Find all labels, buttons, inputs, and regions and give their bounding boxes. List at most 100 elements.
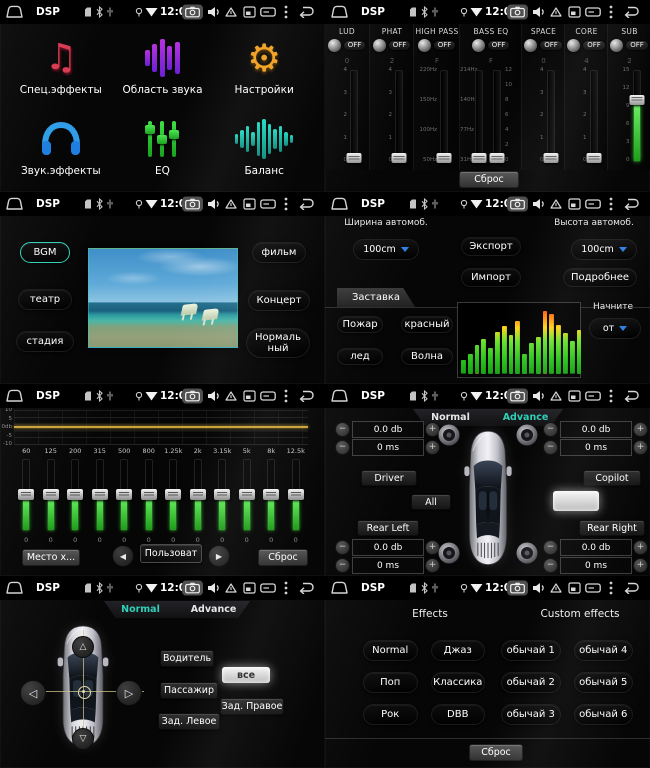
eq-band-slider[interactable] xyxy=(259,457,284,535)
channel-slider[interactable]: 43210 xyxy=(525,68,563,168)
rear-left-button[interactable]: Зад. Левое xyxy=(158,713,220,730)
slider-track[interactable] xyxy=(194,459,202,531)
wave-button[interactable]: Волна xyxy=(401,348,453,365)
driver-button[interactable]: Водитель xyxy=(160,650,214,667)
copilot-button[interactable]: Copilot xyxy=(583,470,641,486)
camera-icon[interactable] xyxy=(182,389,203,404)
ms-field[interactable]: 0 ms xyxy=(560,557,632,574)
user-preset-button[interactable]: Пользоват xyxy=(140,544,202,563)
eject-icon[interactable] xyxy=(225,7,237,18)
bgm-button[interactable]: BGM xyxy=(20,242,70,263)
effect-preset-button[interactable]: Normal xyxy=(363,640,418,661)
volume-icon[interactable] xyxy=(532,390,545,402)
channel-toggle[interactable]: OFF xyxy=(608,39,650,52)
volume-icon[interactable] xyxy=(207,198,220,210)
slider-track[interactable] xyxy=(96,459,104,531)
eject-icon[interactable] xyxy=(550,199,562,210)
camera-icon[interactable] xyxy=(507,5,528,20)
slider-thumb[interactable] xyxy=(214,489,230,500)
next-preset-button[interactable] xyxy=(208,545,230,567)
overflow-menu-icon[interactable] xyxy=(284,581,288,595)
slider-thumb[interactable] xyxy=(43,489,59,500)
decrease-ms-button[interactable] xyxy=(543,558,558,573)
decrease-ms-button[interactable] xyxy=(543,440,558,455)
sim-card-icon[interactable] xyxy=(585,199,601,209)
back-icon[interactable] xyxy=(298,582,314,594)
custom-effect-button[interactable]: обычай 5 xyxy=(574,672,634,693)
highlighted-button[interactable] xyxy=(553,491,599,511)
slider-track[interactable] xyxy=(47,459,55,531)
move-right-button[interactable] xyxy=(116,680,142,706)
channel-toggle[interactable]: OFF xyxy=(414,39,460,52)
slider-thumb[interactable] xyxy=(116,489,132,500)
channel-slider[interactable]: 15129630 xyxy=(611,68,649,168)
slider-thumb[interactable] xyxy=(472,153,487,163)
menu-item[interactable]: EQ xyxy=(112,107,214,188)
screenshot-icon[interactable] xyxy=(243,6,256,18)
move-up-button[interactable] xyxy=(72,636,94,658)
screenshot-icon[interactable] xyxy=(568,198,581,210)
volume-icon[interactable] xyxy=(207,6,220,18)
channel-toggle[interactable]: OFF xyxy=(565,39,608,52)
decrease-ms-button[interactable] xyxy=(335,558,350,573)
channel-toggle[interactable]: OFF xyxy=(370,39,414,52)
home-icon[interactable] xyxy=(330,389,349,403)
overflow-menu-icon[interactable] xyxy=(284,389,288,403)
channel-toggle[interactable]: OFF xyxy=(460,39,522,52)
slider-thumb[interactable] xyxy=(239,489,255,500)
camera-icon[interactable] xyxy=(507,197,528,212)
red-button[interactable]: красный xyxy=(401,316,453,333)
height-select[interactable]: 100cm xyxy=(571,239,637,260)
eject-icon[interactable] xyxy=(550,7,562,18)
back-icon[interactable] xyxy=(623,198,639,210)
overflow-menu-icon[interactable] xyxy=(609,197,613,211)
channel-slider[interactable]: 43210 xyxy=(568,68,606,168)
ms-field[interactable]: 0 ms xyxy=(352,439,424,456)
slider-track[interactable] xyxy=(475,70,483,162)
movie-button[interactable]: фильм xyxy=(252,242,306,263)
menu-item[interactable]: Область звука xyxy=(112,26,214,107)
fire-button[interactable]: Пожар xyxy=(337,316,383,333)
ms-field[interactable]: 0 ms xyxy=(352,557,424,574)
increase-db-button[interactable] xyxy=(633,422,648,437)
slider-track[interactable] xyxy=(267,459,275,531)
channel-toggle[interactable]: OFF xyxy=(522,39,565,52)
rear-right-button[interactable]: Зад. Правое xyxy=(220,698,284,715)
import-button[interactable]: Импорт xyxy=(461,268,521,287)
effect-preset-button[interactable]: Джаз xyxy=(431,640,486,661)
slider-track[interactable] xyxy=(22,459,30,531)
driver-button[interactable]: Driver xyxy=(361,470,417,486)
slider-track[interactable] xyxy=(71,459,79,531)
camera-icon[interactable] xyxy=(507,581,528,596)
slider-track[interactable] xyxy=(292,459,300,531)
db-field[interactable]: 0.0 db xyxy=(352,539,424,556)
reset-button[interactable]: Сброс xyxy=(469,744,523,761)
slider-track[interactable] xyxy=(145,459,153,531)
balance-point[interactable] xyxy=(78,686,91,699)
previous-preset-button[interactable] xyxy=(112,545,134,567)
concert-button[interactable]: Концерт xyxy=(248,290,310,311)
tab-screensaver[interactable]: Заставка xyxy=(337,288,415,307)
home-icon[interactable] xyxy=(5,581,24,595)
rear-right-button[interactable]: Rear Right xyxy=(579,520,645,536)
slider-track[interactable] xyxy=(493,70,501,162)
reset-button[interactable]: Сброс xyxy=(258,549,308,566)
screenshot-icon[interactable] xyxy=(243,390,256,402)
custom-effect-button[interactable]: обычай 6 xyxy=(574,704,634,725)
home-icon[interactable] xyxy=(330,197,349,211)
channel-slider[interactable]: 214Hz140Hz77Hz31Hz xyxy=(460,68,491,168)
back-icon[interactable] xyxy=(298,390,314,402)
back-icon[interactable] xyxy=(623,582,639,594)
slider-track[interactable] xyxy=(547,70,555,162)
camera-icon[interactable] xyxy=(507,389,528,404)
overflow-menu-icon[interactable] xyxy=(284,5,288,19)
move-down-button[interactable] xyxy=(72,728,94,750)
slider-thumb[interactable] xyxy=(490,153,505,163)
rear-left-button[interactable]: Rear Left xyxy=(357,520,419,536)
home-icon[interactable] xyxy=(330,581,349,595)
listening-position-button[interactable]: Место х... xyxy=(22,549,80,566)
back-icon[interactable] xyxy=(298,6,314,18)
decrease-db-button[interactable] xyxy=(335,540,350,555)
decrease-ms-button[interactable] xyxy=(335,440,350,455)
eq-band-slider[interactable] xyxy=(14,457,39,535)
